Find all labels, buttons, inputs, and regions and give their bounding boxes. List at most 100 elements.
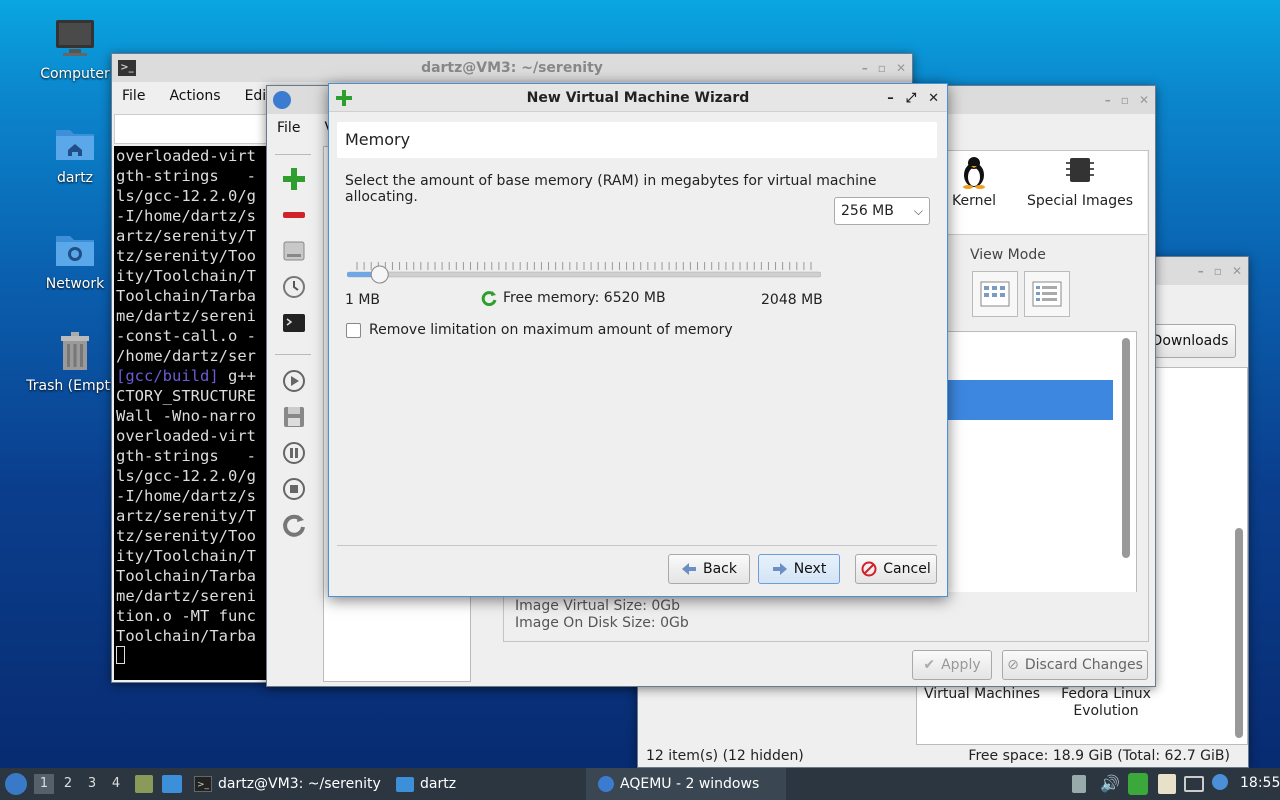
scrollbar[interactable] xyxy=(1122,338,1130,558)
maximize-icon[interactable]: ▫ xyxy=(878,61,886,75)
remove-limit-option[interactable]: Remove limitation on maximum amount of m… xyxy=(346,322,733,338)
volume-icon[interactable]: 🔊 xyxy=(1100,774,1120,793)
cancel-icon xyxy=(861,561,877,577)
workspace-4[interactable]: 4 xyxy=(106,774,126,794)
check-icon: ✔ xyxy=(923,657,936,673)
network-icon[interactable] xyxy=(1184,776,1204,792)
start-menu-icon[interactable] xyxy=(5,773,27,795)
terminal-command: g++ xyxy=(218,367,256,385)
green-app-icon[interactable] xyxy=(1128,773,1148,795)
disk-icon[interactable] xyxy=(281,238,307,264)
arrow-left-icon xyxy=(682,563,696,575)
desktop-icon-computer[interactable]: Computer xyxy=(25,18,125,82)
slider-min-label: 1 MB xyxy=(345,292,381,308)
computer-icon xyxy=(53,18,97,62)
maximize-icon[interactable]: ▫ xyxy=(1214,264,1222,278)
wizard-page-header: Memory xyxy=(337,122,937,158)
list-item[interactable]: Virtual Machines xyxy=(921,686,1043,702)
list-view-icon xyxy=(1032,281,1062,307)
view-mode-icons-button[interactable] xyxy=(972,271,1018,317)
image-virtual-size: Image Virtual Size: 0Gb xyxy=(515,598,681,614)
new-vm-wizard-dialog[interactable]: New Virtual Machine Wizard – ⤢ ✕ Memory Se… xyxy=(328,83,948,597)
clipboard-icon[interactable] xyxy=(1072,775,1086,793)
arrow-right-icon xyxy=(772,563,787,575)
taskbar: 1 2 3 4 >_ dartz@VM3: ~/serenity dartz A… xyxy=(0,768,1280,800)
free-memory: Free memory: 6520 MB xyxy=(481,290,666,306)
aqemu-icon xyxy=(273,91,291,109)
reset-icon[interactable] xyxy=(281,512,307,538)
minimize-icon[interactable]: – xyxy=(1105,93,1111,107)
trash-icon xyxy=(53,330,97,374)
close-icon[interactable]: ✕ xyxy=(1139,93,1149,107)
workspace-2[interactable]: 2 xyxy=(58,774,78,794)
cancel-button[interactable]: Cancel xyxy=(855,554,937,584)
workspace-1[interactable]: 1 xyxy=(34,774,54,794)
desktop-icon-dartz[interactable]: dartz xyxy=(25,122,125,186)
view-mode-list-button[interactable] xyxy=(1024,271,1070,317)
back-button[interactable]: Back xyxy=(668,554,750,584)
chip-icon xyxy=(1066,158,1094,182)
close-icon[interactable]: ✕ xyxy=(1232,264,1242,278)
tab-special-images[interactable]: Special Images xyxy=(1020,155,1140,209)
image-info: Image Virtual Size: 0Gb Image On Disk Si… xyxy=(503,592,1149,642)
cancel-circle-icon: ⊘ xyxy=(1007,657,1019,673)
view-mode-label: View Mode xyxy=(970,247,1046,263)
scrollbar[interactable] xyxy=(1235,528,1243,738)
desktop-icon-network[interactable]: Network xyxy=(25,228,125,292)
add-vm-icon[interactable] xyxy=(281,166,307,192)
desktop-icon-trash[interactable]: Trash (Empty) xyxy=(25,330,125,394)
menu-file[interactable]: File xyxy=(122,88,145,104)
minimize-icon[interactable]: – xyxy=(1198,264,1204,278)
clock-icon[interactable] xyxy=(281,274,307,300)
play-icon[interactable] xyxy=(281,368,307,394)
status-items: 12 item(s) (12 hidden) xyxy=(646,748,804,764)
notification-icon[interactable] xyxy=(1212,774,1228,790)
delete-vm-icon[interactable] xyxy=(281,202,307,228)
workspace-3[interactable]: 3 xyxy=(82,774,102,794)
wizard-titlebar[interactable]: New Virtual Machine Wizard – ⤢ ✕ xyxy=(329,84,947,112)
save-icon[interactable] xyxy=(281,404,307,430)
file-manager-launcher-icon[interactable] xyxy=(135,775,153,793)
status-free-space: Free space: 18.9 GiB (Total: 62.7 GiB) xyxy=(968,748,1230,764)
remove-limit-checkbox[interactable] xyxy=(346,322,361,338)
minimize-icon[interactable]: – xyxy=(862,61,868,75)
maximize-icon[interactable]: ⤢ xyxy=(906,91,916,106)
chevron-down-icon: ⌵ xyxy=(913,204,923,218)
menu-actions[interactable]: Actions xyxy=(169,88,220,104)
terminal-icon: >_ xyxy=(194,776,212,792)
terminal-prompt: [gcc/build] xyxy=(116,367,219,385)
desktop-icon-label: Trash (Empty) xyxy=(26,378,124,394)
wizard-title: New Virtual Machine Wizard xyxy=(526,89,750,106)
discard-changes-button[interactable]: ⊘ Discard Changes xyxy=(1002,650,1148,680)
stop-icon[interactable] xyxy=(281,476,307,502)
notes-icon[interactable] xyxy=(1158,774,1176,794)
task-terminal[interactable]: >_ dartz@VM3: ~/serenity xyxy=(194,768,381,800)
next-button[interactable]: Next xyxy=(758,554,840,584)
task-dartz[interactable]: dartz xyxy=(396,768,456,800)
memory-slider[interactable] xyxy=(346,262,822,286)
terminal-cursor xyxy=(116,646,125,664)
terminal-icon[interactable] xyxy=(281,310,307,336)
desktop-launcher-icon[interactable] xyxy=(162,775,182,793)
minimize-icon[interactable]: – xyxy=(887,91,894,106)
maximize-icon[interactable]: ▫ xyxy=(1121,93,1129,107)
task-aqemu[interactable]: AQEMU - 2 windows xyxy=(586,768,786,800)
clock: 18:55 xyxy=(1240,775,1280,791)
terminal-icon: >_ xyxy=(118,60,136,76)
apply-button[interactable]: ✔ Apply xyxy=(912,650,992,680)
aqemu-icon xyxy=(598,776,614,792)
network-folder-icon xyxy=(53,228,97,272)
slider-max-label: 2048 MB xyxy=(761,292,823,308)
memory-select[interactable]: 256 MB ⌵ xyxy=(834,197,930,225)
close-icon[interactable]: ✕ xyxy=(896,61,906,75)
folder-icon xyxy=(396,776,414,792)
desktop-icon-label: Network xyxy=(45,276,105,292)
downloads-button[interactable]: Downloads xyxy=(1144,324,1236,358)
slider-handle[interactable] xyxy=(370,265,389,284)
menu-file[interactable]: File xyxy=(277,120,300,136)
pause-icon[interactable] xyxy=(281,440,307,466)
refresh-icon xyxy=(481,291,497,306)
close-icon[interactable]: ✕ xyxy=(928,91,939,106)
list-item[interactable]: Fedora Linux Evolution xyxy=(1045,686,1167,720)
terminal-titlebar[interactable]: >_ dartz@VM3: ~/serenity – ▫ ✕ xyxy=(112,54,912,82)
